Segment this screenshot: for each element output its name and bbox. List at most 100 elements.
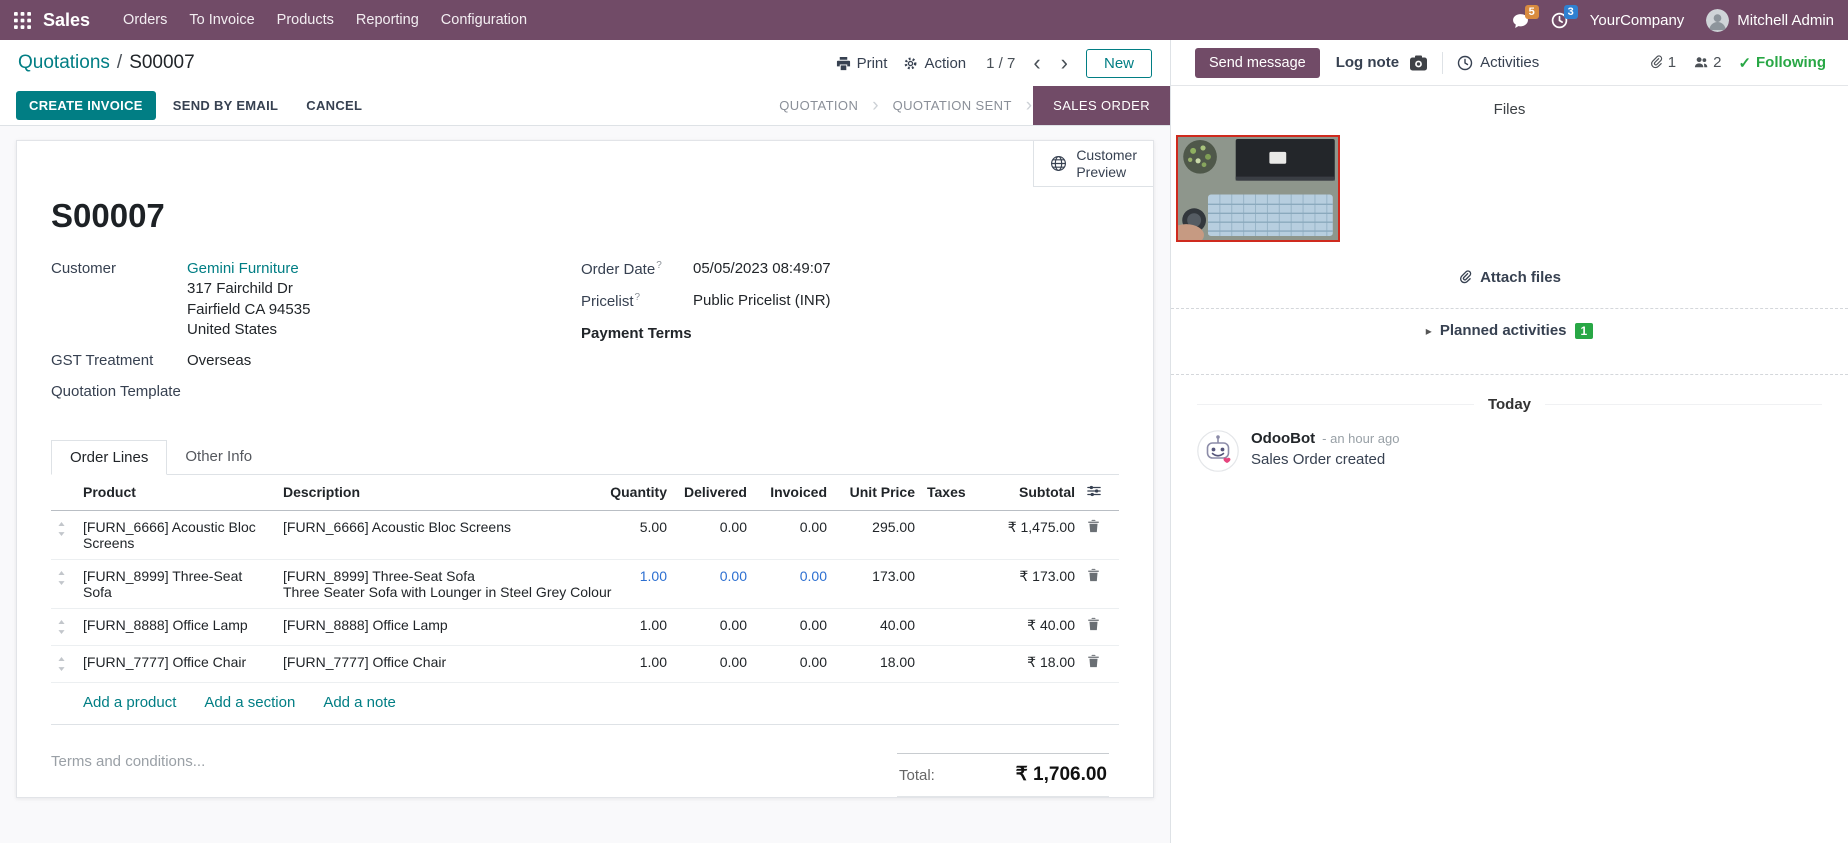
cell-invoiced[interactable]: 0.00 xyxy=(753,559,833,608)
cell-unit-price[interactable]: 18.00 xyxy=(833,645,921,682)
drag-handle-icon[interactable] xyxy=(57,571,66,585)
cancel-button[interactable]: CANCEL xyxy=(295,91,373,120)
app-name[interactable]: Sales xyxy=(43,10,90,31)
company-switcher[interactable]: YourCompany xyxy=(1590,12,1685,29)
delete-line-button[interactable] xyxy=(1087,617,1100,631)
followers-counter[interactable]: 2 xyxy=(1693,54,1721,71)
delete-line-button[interactable] xyxy=(1087,654,1100,668)
breadcrumb-quotations-link[interactable]: Quotations xyxy=(18,52,110,74)
cell-taxes[interactable] xyxy=(921,510,971,559)
drag-handle-icon[interactable] xyxy=(57,620,66,634)
column-product[interactable]: Product xyxy=(77,475,277,511)
add-section-link[interactable]: Add a section xyxy=(204,694,295,711)
messages-button[interactable]: 5 xyxy=(1512,12,1529,29)
column-description[interactable]: Description xyxy=(277,475,593,511)
cell-invoiced[interactable]: 0.00 xyxy=(753,645,833,682)
activities-button[interactable]: Activities xyxy=(1457,54,1539,71)
column-quantity[interactable]: Quantity xyxy=(593,475,673,511)
order-line-row[interactable]: [FURN_6666] Acoustic Bloc Screens [FURN_… xyxy=(51,510,1119,559)
cell-product[interactable]: [FURN_8888] Office Lamp xyxy=(77,608,277,645)
menu-orders[interactable]: Orders xyxy=(112,2,178,38)
cell-product[interactable]: [FURN_6666] Acoustic Bloc Screens xyxy=(77,510,277,559)
camera-button[interactable] xyxy=(1409,55,1428,71)
delete-line-button[interactable] xyxy=(1087,568,1100,582)
print-button[interactable]: Print xyxy=(836,55,888,72)
create-invoice-button[interactable]: CREATE INVOICE xyxy=(16,91,156,120)
cell-delivered[interactable]: 0.00 xyxy=(673,645,753,682)
cell-unit-price[interactable]: 40.00 xyxy=(833,608,921,645)
message-author[interactable]: OdooBot xyxy=(1251,430,1315,447)
globe-icon xyxy=(1050,155,1067,172)
pager-next-button[interactable]: › xyxy=(1059,54,1070,72)
customer-link[interactable]: Gemini Furniture xyxy=(187,260,299,277)
log-note-button[interactable]: Log note xyxy=(1336,54,1399,71)
order-line-row[interactable]: [FURN_8888] Office Lamp [FURN_8888] Offi… xyxy=(51,608,1119,645)
chatter-message[interactable]: OdooBot - an hour ago Sales Order create… xyxy=(1171,430,1848,472)
send-message-button[interactable]: Send message xyxy=(1195,48,1320,78)
cell-product[interactable]: [FURN_7777] Office Chair xyxy=(77,645,277,682)
status-quotation[interactable]: QUOTATION xyxy=(766,86,871,125)
cell-delivered[interactable]: 0.00 xyxy=(673,510,753,559)
tab-other-info[interactable]: Other Info xyxy=(167,440,270,475)
order-line-row[interactable]: [FURN_8999] Three-Seat Sofa [FURN_8999] … xyxy=(51,559,1119,608)
action-button[interactable]: Action xyxy=(903,55,966,72)
cell-taxes[interactable] xyxy=(921,645,971,682)
files-section-title: Files xyxy=(1171,101,1848,118)
attachment-thumbnail[interactable] xyxy=(1176,135,1340,242)
cell-subtotal: ₹ 1,475.00 xyxy=(971,510,1081,559)
column-delivered[interactable]: Delivered xyxy=(673,475,753,511)
send-by-email-button[interactable]: SEND BY EMAIL xyxy=(162,91,290,120)
cell-description[interactable]: [FURN_7777] Office Chair xyxy=(277,645,593,682)
cell-quantity[interactable]: 5.00 xyxy=(593,510,673,559)
add-product-link[interactable]: Add a product xyxy=(83,694,176,711)
column-unit-price[interactable]: Unit Price xyxy=(833,475,921,511)
column-taxes[interactable]: Taxes xyxy=(921,475,971,511)
customer-preview-button[interactable]: Customer Preview xyxy=(1033,141,1153,187)
chatter-toolbar: Send message Log note Activities xyxy=(1171,40,1848,86)
cell-description[interactable]: [FURN_8999] Three-Seat SofaThree Seater … xyxy=(277,559,593,608)
status-quotation-sent[interactable]: QUOTATION SENT xyxy=(880,86,1025,125)
gst-treatment-value[interactable]: Overseas xyxy=(187,351,251,371)
record-title[interactable]: S00007 xyxy=(51,197,1119,235)
activity-systray-button[interactable]: 3 xyxy=(1551,12,1568,29)
cell-invoiced[interactable]: 0.00 xyxy=(753,510,833,559)
cell-unit-price[interactable]: 173.00 xyxy=(833,559,921,608)
cell-description[interactable]: [FURN_6666] Acoustic Bloc Screens xyxy=(277,510,593,559)
apps-menu-button[interactable] xyxy=(14,12,31,29)
cell-product[interactable]: [FURN_8999] Three-Seat Sofa xyxy=(77,559,277,608)
pager-previous-button[interactable]: ‹ xyxy=(1031,54,1042,72)
cell-delivered[interactable]: 0.00 xyxy=(673,559,753,608)
menu-products[interactable]: Products xyxy=(266,2,345,38)
menu-to-invoice[interactable]: To Invoice xyxy=(178,2,265,38)
cell-taxes[interactable] xyxy=(921,608,971,645)
column-invoiced[interactable]: Invoiced xyxy=(753,475,833,511)
cell-invoiced[interactable]: 0.00 xyxy=(753,608,833,645)
planned-activities-toggle[interactable]: ▸ Planned activities 1 xyxy=(1171,322,1848,339)
status-sales-order[interactable]: SALES ORDER xyxy=(1033,86,1170,125)
new-button[interactable]: New xyxy=(1086,49,1152,78)
attach-files-button[interactable]: Attach files xyxy=(1458,269,1561,286)
column-subtotal[interactable]: Subtotal xyxy=(971,475,1081,511)
order-line-row[interactable]: [FURN_7777] Office Chair [FURN_7777] Off… xyxy=(51,645,1119,682)
user-menu[interactable]: Mitchell Admin xyxy=(1706,9,1834,32)
order-date-value[interactable]: 05/05/2023 08:49:07 xyxy=(693,259,831,280)
cell-taxes[interactable] xyxy=(921,559,971,608)
delete-line-button[interactable] xyxy=(1087,519,1100,533)
tab-order-lines[interactable]: Order Lines xyxy=(51,440,167,475)
drag-handle-icon[interactable] xyxy=(57,522,66,536)
drag-handle-icon[interactable] xyxy=(57,657,66,671)
attachments-counter[interactable]: 1 xyxy=(1649,54,1676,71)
odoobot-avatar xyxy=(1197,430,1239,472)
cell-quantity[interactable]: 1.00 xyxy=(593,645,673,682)
cell-quantity[interactable]: 1.00 xyxy=(593,608,673,645)
following-button[interactable]: ✓ Following xyxy=(1738,54,1826,72)
menu-reporting[interactable]: Reporting xyxy=(345,2,430,38)
menu-configuration[interactable]: Configuration xyxy=(430,2,538,38)
add-note-link[interactable]: Add a note xyxy=(323,694,396,711)
cell-unit-price[interactable]: 295.00 xyxy=(833,510,921,559)
terms-and-conditions-field[interactable]: Terms and conditions... xyxy=(51,753,205,770)
cell-description[interactable]: [FURN_8888] Office Lamp xyxy=(277,608,593,645)
pricelist-value[interactable]: Public Pricelist (INR) xyxy=(693,291,831,312)
cell-delivered[interactable]: 0.00 xyxy=(673,608,753,645)
optional-columns-button[interactable] xyxy=(1087,484,1101,498)
